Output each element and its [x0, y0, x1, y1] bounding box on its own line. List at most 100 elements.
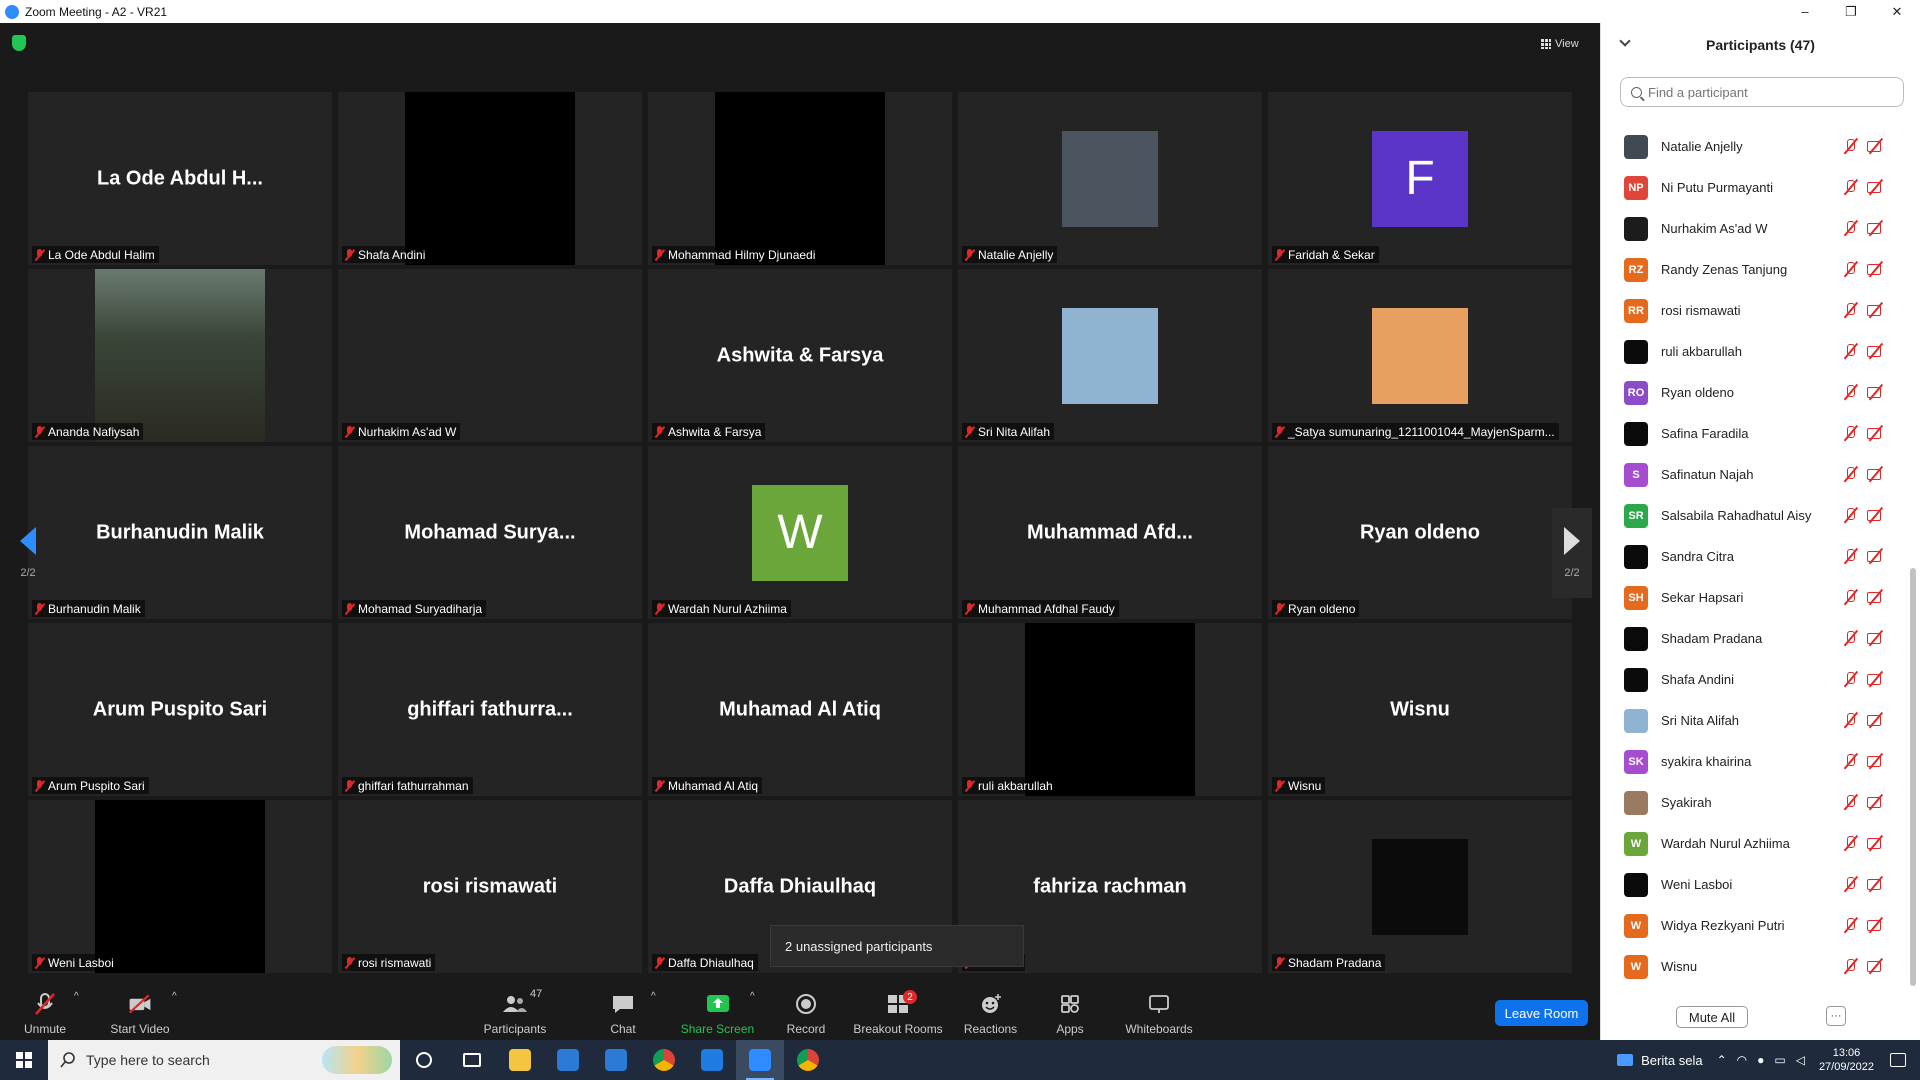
taskbar-store-button[interactable] [544, 1040, 592, 1080]
volume-icon[interactable]: ◁ [1796, 1053, 1805, 1067]
participant-search[interactable] [1620, 77, 1904, 107]
participant-row[interactable]: Sri Nita Alifah [1601, 700, 1901, 741]
video-tile[interactable]: La Ode Abdul H... La Ode Abdul Halim [28, 92, 332, 265]
clock[interactable]: 13:06 27/09/2022 [1819, 1046, 1874, 1074]
previous-page-button[interactable]: 2/2 [8, 508, 48, 598]
video-tile[interactable]: Sri Nita Alifah [958, 269, 1262, 442]
chat-button[interactable]: Chat [603, 983, 643, 1040]
video-tile[interactable]: Muhamad Al Atiq Muhamad Al Atiq [648, 623, 952, 796]
taskbar-task-view-button[interactable] [448, 1040, 496, 1080]
participant-row[interactable]: W Wisnu [1601, 946, 1901, 987]
video-tile[interactable]: Muhammad Afd... Muhammad Afdhal Faudy [958, 446, 1262, 619]
unmute-button[interactable]: Unmute [20, 983, 70, 1040]
share-options-caret-icon[interactable]: ^ [750, 991, 755, 1002]
video-tile[interactable]: Arum Puspito Sari Arum Puspito Sari [28, 623, 332, 796]
whiteboards-button[interactable]: Whiteboards [1124, 983, 1194, 1040]
participant-row[interactable]: S Safinatun Najah [1601, 454, 1901, 495]
participant-list-scrollbar[interactable] [1910, 568, 1916, 986]
windows-logo-icon [16, 1052, 32, 1068]
taskbar-cortana-button[interactable] [400, 1040, 448, 1080]
view-button[interactable]: View [1535, 33, 1585, 55]
participant-name: ruli akbarullah [978, 778, 1053, 793]
video-tile[interactable]: _Satya sumunaring_1211001044_MayjenSparm… [1268, 269, 1572, 442]
taskbar-zoom-button[interactable] [736, 1040, 784, 1080]
close-button[interactable]: ✕ [1874, 0, 1920, 23]
video-tile[interactable]: Weni Lasboi [28, 800, 332, 973]
participant-search-input[interactable] [1648, 84, 1888, 100]
share-screen-button[interactable]: Share Screen [680, 983, 755, 1040]
participant-row[interactable]: SR Salsabila Rahadhatul Aisy [1601, 495, 1901, 536]
video-tile[interactable]: Natalie Anjelly [958, 92, 1262, 265]
video-tile[interactable]: Shadam Pradana [1268, 800, 1572, 973]
participant-row[interactable]: Syakirah [1601, 782, 1901, 823]
video-options-caret-icon[interactable]: ^ [172, 991, 177, 1002]
taskbar-teamviewer-button[interactable] [688, 1040, 736, 1080]
notification-icon[interactable] [1890, 1053, 1906, 1067]
monitor-icon[interactable]: ▭ [1774, 1053, 1785, 1067]
more-options-button[interactable]: ··· [1826, 1006, 1846, 1026]
share-screen-label: Share Screen [680, 1022, 755, 1036]
muted-mic-icon [1843, 589, 1857, 605]
video-tile[interactable]: Shafa Andini [338, 92, 642, 265]
video-tile[interactable]: Ryan oldeno Ryan oldeno [1268, 446, 1572, 619]
video-tile[interactable]: F Faridah & Sekar [1268, 92, 1572, 265]
taskbar-file-explorer-button[interactable] [496, 1040, 544, 1080]
taskbar-search[interactable]: Type here to search [48, 1040, 400, 1080]
participant-row[interactable]: Shadam Pradana [1601, 618, 1901, 659]
participants-button[interactable]: 47 Participants [480, 983, 550, 1040]
apps-button[interactable]: Apps [1054, 983, 1086, 1040]
chevron-up-icon[interactable]: ⌃ [1717, 1053, 1727, 1067]
audio-options-caret-icon[interactable]: ^ [74, 991, 79, 1002]
taskbar-chrome-alt-button[interactable] [784, 1040, 832, 1080]
muted-mic-icon [1274, 779, 1285, 792]
chat-options-caret-icon[interactable]: ^ [651, 991, 656, 1002]
maximize-button[interactable]: ❐ [1828, 0, 1874, 23]
participant-row[interactable]: SK syakira khairina [1601, 741, 1901, 782]
participant-row[interactable]: Shafa Andini [1601, 659, 1901, 700]
video-tile[interactable]: W Wardah Nurul Azhiima [648, 446, 952, 619]
participant-row[interactable]: SH Sekar Hapsari [1601, 577, 1901, 618]
video-tile[interactable]: Burhanudin Malik Burhanudin Malik [28, 446, 332, 619]
participant-row[interactable]: RO Ryan oldeno [1601, 372, 1901, 413]
leave-room-button[interactable]: Leave Room [1495, 1000, 1588, 1026]
minimize-button[interactable]: – [1782, 0, 1828, 23]
participant-row[interactable]: ruli akbarullah [1601, 331, 1901, 372]
video-tile[interactable]: Ashwita & Farsya Ashwita & Farsya [648, 269, 952, 442]
security-shield-icon[interactable] [12, 35, 26, 51]
start-video-button[interactable]: Start Video [105, 983, 175, 1040]
participant-row[interactable]: W Wardah Nurul Azhiima [1601, 823, 1901, 864]
network-icon[interactable]: ◠ [1737, 1053, 1747, 1067]
participant-row[interactable]: W Widya Rezkyani Putri [1601, 905, 1901, 946]
taskbar-mail-button[interactable] [592, 1040, 640, 1080]
video-off-icon [1867, 836, 1885, 850]
video-tile[interactable]: Mohamad Surya... Mohamad Suryadiharja [338, 446, 642, 619]
participant-row[interactable]: RZ Randy Zenas Tanjung [1601, 249, 1901, 290]
taskbar-chrome-button[interactable] [640, 1040, 688, 1080]
reactions-button[interactable]: Reactions [963, 983, 1018, 1040]
mute-all-button[interactable]: Mute All [1676, 1006, 1748, 1028]
record-button[interactable]: Record [786, 983, 826, 1040]
participant-row[interactable]: RR rosi rismawati [1601, 290, 1901, 331]
collapse-chevron-icon[interactable] [1619, 35, 1631, 47]
breakout-rooms-button[interactable]: 2 Breakout Rooms [852, 983, 944, 1040]
participant-row[interactable]: Safina Faradila [1601, 413, 1901, 454]
video-tile[interactable]: ghiffari fathurra... ghiffari fathurrahma… [338, 623, 642, 796]
video-tile[interactable]: Ananda Nafiysah [28, 269, 332, 442]
window-controls: – ❐ ✕ [1782, 0, 1920, 23]
video-tile[interactable]: Nurhakim As'ad W [338, 269, 642, 442]
video-tile[interactable]: rosi rismawati rosi rismawati [338, 800, 642, 973]
video-tile[interactable]: ruli akbarullah [958, 623, 1262, 796]
participant-row[interactable]: Natalie Anjelly [1601, 126, 1901, 167]
next-page-button[interactable]: 2/2 [1552, 508, 1592, 598]
participant-row[interactable]: Nurhakim As'ad W [1601, 208, 1901, 249]
video-tile[interactable]: Mohammad Hilmy Djunaedi [648, 92, 952, 265]
participant-name: Natalie Anjelly [978, 247, 1054, 262]
video-tile[interactable]: Wisnu Wisnu [1268, 623, 1572, 796]
tile-name-label: Mohammad Hilmy Djunaedi [652, 246, 820, 263]
news-widget[interactable]: Berita sela [1617, 1053, 1703, 1068]
participant-row[interactable]: Weni Lasboi [1601, 864, 1901, 905]
participant-row[interactable]: Sandra Citra [1601, 536, 1901, 577]
participant-row[interactable]: NP Ni Putu Purmayanti [1601, 167, 1901, 208]
microphone-icon[interactable]: ● [1757, 1053, 1764, 1067]
start-button[interactable] [0, 1040, 48, 1080]
